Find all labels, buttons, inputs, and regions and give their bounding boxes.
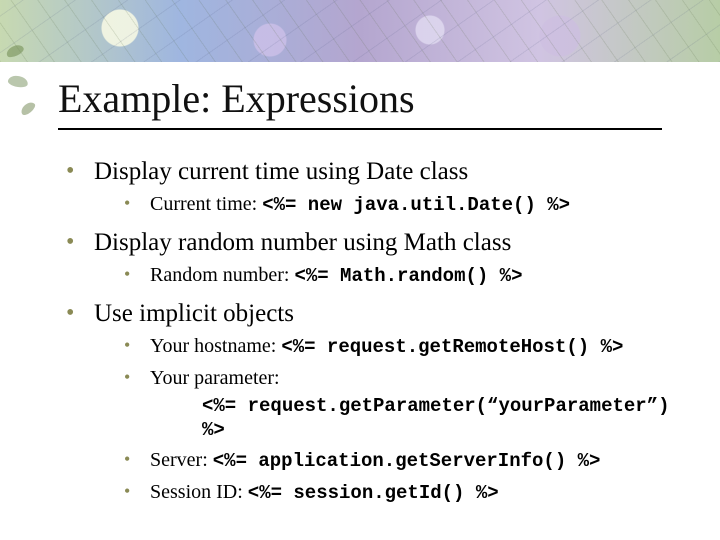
sub-item: Server: <%= application.getServerInfo() … xyxy=(94,447,678,475)
sub-label: Session ID: xyxy=(150,481,248,503)
sub-sub-list: <%= request.getParameter(“yourParameter”… xyxy=(150,394,678,443)
sub-label: Server: xyxy=(150,449,213,471)
title-underline xyxy=(58,128,662,130)
sub-item: Your parameter: <%= request.getParameter… xyxy=(94,365,678,443)
slide-title: Example: Expressions xyxy=(58,78,415,120)
bullet-list: Display current time using Date class Cu… xyxy=(58,156,678,506)
slide-body: Display current time using Date class Cu… xyxy=(58,156,678,514)
slide: Example: Expressions Display current tim… xyxy=(0,0,720,540)
sub-sub-item: <%= request.getParameter(“yourParameter”… xyxy=(150,394,678,443)
leaf-icon xyxy=(7,74,29,88)
sub-item: Random number: <%= Math.random() %> xyxy=(94,262,678,290)
code-text: <%= Math.random() %> xyxy=(294,265,522,287)
bullet-text: Display random number using Math class xyxy=(94,229,511,256)
leaf-icon xyxy=(19,100,37,117)
code-text: <%= request.getParameter(“yourParameter”… xyxy=(202,395,669,442)
sub-list: Current time: <%= new java.util.Date() %… xyxy=(94,191,678,219)
sub-item: Current time: <%= new java.util.Date() %… xyxy=(94,191,678,219)
sub-label: Current time: xyxy=(150,193,262,215)
bullet-item: Display current time using Date class Cu… xyxy=(58,156,678,219)
bullet-item: Use implicit objects Your hostname: <%= … xyxy=(58,298,678,507)
code-text: <%= request.getRemoteHost() %> xyxy=(281,336,623,358)
sub-list: Your hostname: <%= request.getRemoteHost… xyxy=(94,333,678,506)
code-text: <%= application.getServerInfo() %> xyxy=(213,450,601,472)
sub-list: Random number: <%= Math.random() %> xyxy=(94,262,678,290)
sub-label: Your parameter: xyxy=(150,367,280,389)
sub-label: Your hostname: xyxy=(150,335,281,357)
bullet-text: Display current time using Date class xyxy=(94,158,468,185)
sub-item: Your hostname: <%= request.getRemoteHost… xyxy=(94,333,678,361)
bullet-text: Use implicit objects xyxy=(94,300,294,327)
decorative-banner xyxy=(0,0,720,62)
sub-item: Session ID: <%= session.getId() %> xyxy=(94,479,678,507)
code-text: <%= session.getId() %> xyxy=(248,482,499,504)
bullet-item: Display random number using Math class R… xyxy=(58,227,678,290)
sub-label: Random number: xyxy=(150,264,294,286)
code-text: <%= new java.util.Date() %> xyxy=(262,194,570,216)
